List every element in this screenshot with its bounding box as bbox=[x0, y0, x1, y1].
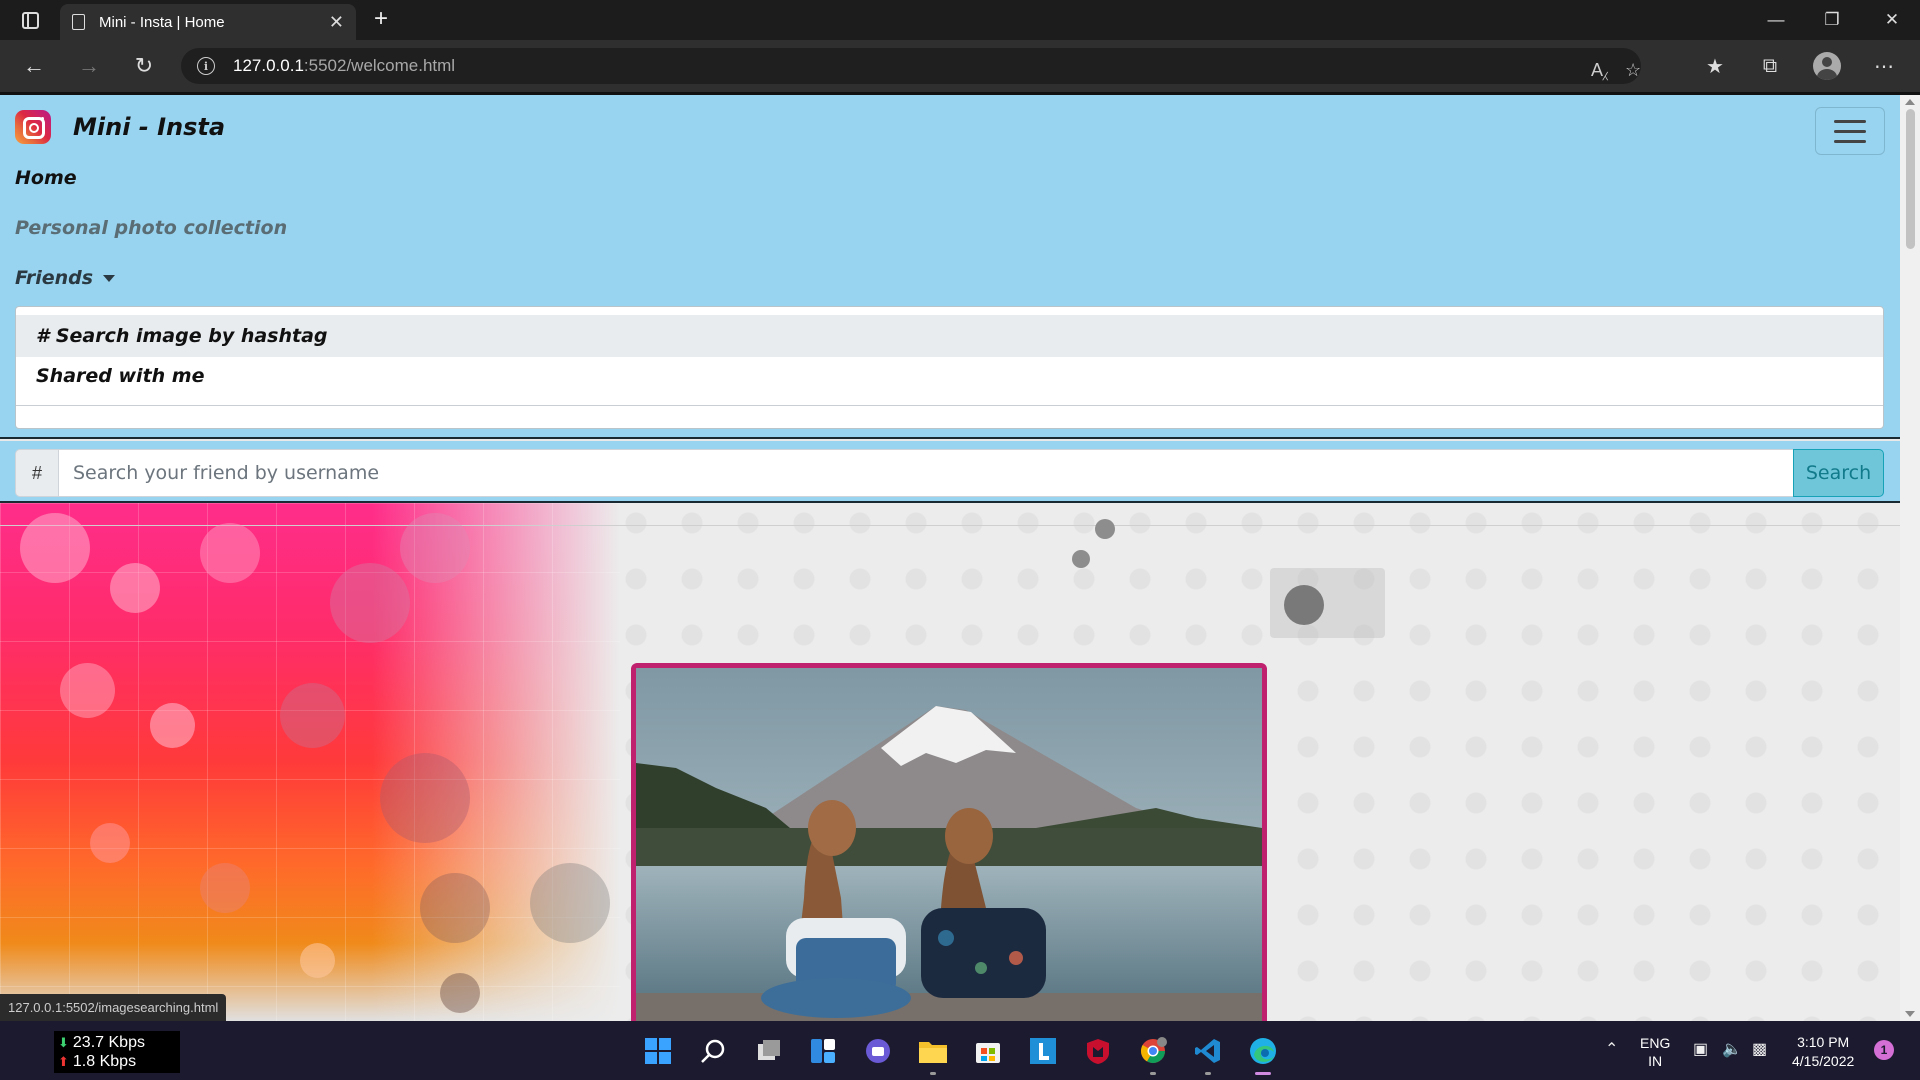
add-favorite-icon[interactable]: ☆ bbox=[1625, 60, 1641, 81]
page-icon bbox=[72, 14, 85, 30]
friends-label: Friends bbox=[15, 267, 94, 289]
url-host: 127.0.0.1 bbox=[233, 56, 304, 75]
decor-bubble bbox=[280, 683, 345, 748]
gallery-rule bbox=[0, 525, 1900, 526]
decor-bubble bbox=[150, 703, 195, 748]
decor-tile bbox=[1270, 568, 1385, 638]
decor-bubble bbox=[110, 563, 160, 613]
upload-speed: 1.8 Kbps bbox=[72, 1053, 137, 1070]
widgets-icon[interactable] bbox=[803, 1031, 843, 1071]
clock-time: 3:10 PM bbox=[1797, 1034, 1850, 1050]
page-viewport: Mini - Insta Home Personal photo collect… bbox=[0, 95, 1900, 1021]
chrome-icon[interactable] bbox=[1133, 1031, 1173, 1075]
address-bar-row: ← → ↻ i 127.0.0.1:5502/welcome.html A⁁ ☆… bbox=[0, 40, 1920, 92]
mountain-lake-photo bbox=[636, 668, 1262, 1021]
vscode-icon[interactable] bbox=[1188, 1031, 1228, 1075]
decor-bubble bbox=[200, 863, 250, 913]
notification-badge[interactable]: 1 bbox=[1874, 1040, 1894, 1060]
favorites-icon[interactable]: ★ bbox=[1698, 50, 1732, 82]
profile-icon[interactable] bbox=[1810, 50, 1844, 82]
refresh-icon[interactable]: ↻ bbox=[127, 50, 161, 82]
nav-link-personal-collection[interactable]: Personal photo collection bbox=[15, 217, 287, 239]
gallery-area bbox=[0, 503, 1900, 1021]
language-code: ENG bbox=[1640, 1035, 1671, 1051]
info-icon[interactable]: i bbox=[197, 57, 215, 75]
dropdown-item-shared-with-me[interactable]: Shared with me bbox=[16, 355, 1883, 397]
battery-icon[interactable]: ▩ bbox=[1752, 1039, 1767, 1059]
brand-name: Mini - Insta bbox=[73, 113, 226, 141]
edge-browser-icon[interactable] bbox=[1243, 1031, 1283, 1075]
windows-start-icon[interactable] bbox=[638, 1031, 678, 1071]
show-hidden-icons-icon[interactable]: ⌃ bbox=[1605, 1039, 1618, 1059]
brand[interactable]: Mini - Insta bbox=[15, 110, 225, 144]
scroll-down-icon[interactable] bbox=[1905, 1011, 1915, 1017]
forward-icon[interactable]: → bbox=[72, 50, 106, 82]
browser-tab-bar: Mini - Insta | Home ✕ + — ❐ ✕ bbox=[0, 0, 1920, 40]
scrollbar-thumb[interactable] bbox=[1906, 109, 1915, 249]
decor-bubble bbox=[300, 943, 335, 978]
clock-date: 4/15/2022 bbox=[1792, 1053, 1855, 1069]
decor-bubble bbox=[440, 973, 480, 1013]
network-icon[interactable]: ▣ bbox=[1693, 1039, 1708, 1059]
dropdown-item-search-hashtag[interactable]: # Search image by hashtag bbox=[16, 315, 1883, 357]
mcafee-icon[interactable] bbox=[1078, 1031, 1118, 1071]
decor-bubble bbox=[1095, 519, 1115, 539]
decor-bubble bbox=[330, 563, 410, 643]
upload-arrow-icon: ⬆ bbox=[58, 1054, 69, 1069]
task-view-icon[interactable] bbox=[749, 1031, 789, 1071]
back-icon[interactable]: ← bbox=[17, 50, 51, 82]
tab-actions-icon[interactable] bbox=[12, 6, 48, 34]
more-options-icon[interactable]: ⋯ bbox=[1867, 50, 1901, 82]
decor-bubble bbox=[1072, 550, 1090, 568]
decor-bubble bbox=[90, 823, 130, 863]
restore-icon[interactable]: ❐ bbox=[1804, 0, 1860, 40]
url-path: :5502/welcome.html bbox=[303, 56, 456, 75]
active-tab[interactable]: Mini - Insta | Home ✕ bbox=[60, 4, 356, 40]
friend-search-bar: # Search bbox=[0, 441, 1900, 503]
nav-dropdown-friends[interactable]: Friends bbox=[15, 267, 116, 289]
region-code: IN bbox=[1648, 1053, 1663, 1069]
decor-bubble bbox=[420, 873, 490, 943]
close-tab-icon[interactable]: ✕ bbox=[329, 12, 344, 33]
navbar-toggler-button[interactable] bbox=[1815, 107, 1885, 155]
hash-addon: # bbox=[15, 449, 59, 497]
decor-bubble bbox=[60, 663, 115, 718]
featured-photo[interactable] bbox=[631, 663, 1267, 1021]
launcher-l-icon[interactable] bbox=[1023, 1031, 1063, 1071]
network-speed-widget: ⬇ 23.7 Kbps ⬆ 1.8 Kbps bbox=[54, 1031, 180, 1073]
scroll-up-icon[interactable] bbox=[1905, 99, 1915, 105]
teams-chat-icon[interactable] bbox=[858, 1031, 898, 1071]
tab-title: Mini - Insta | Home bbox=[99, 13, 225, 31]
decor-bubble bbox=[400, 513, 470, 583]
close-window-icon[interactable]: ✕ bbox=[1864, 0, 1920, 40]
volume-icon[interactable]: 🔈 bbox=[1722, 1039, 1742, 1059]
language-indicator[interactable]: ENG IN bbox=[1640, 1034, 1670, 1070]
status-bar-url: 127.0.0.1:5502/imagesearching.html bbox=[0, 994, 227, 1021]
navbar: Mini - Insta Home Personal photo collect… bbox=[0, 95, 1900, 439]
decor-bubble bbox=[380, 753, 470, 843]
new-tab-button[interactable]: + bbox=[366, 6, 396, 34]
search-icon[interactable] bbox=[693, 1031, 733, 1071]
url-field[interactable]: i 127.0.0.1:5502/welcome.html A⁁ ☆ bbox=[181, 48, 1641, 84]
decor-bubble bbox=[20, 513, 90, 583]
download-arrow-icon: ⬇ bbox=[58, 1035, 69, 1050]
dropdown-divider bbox=[16, 405, 1883, 406]
instagram-logo-icon bbox=[15, 110, 51, 144]
decor-bubble bbox=[200, 523, 260, 583]
minimize-icon[interactable]: — bbox=[1748, 0, 1804, 40]
taskbar: ⬇ 23.7 Kbps ⬆ 1.8 Kbps ⌃ ENG IN ▣ 🔈 ▩ 3:… bbox=[0, 1021, 1920, 1080]
friends-dropdown-menu: # Search image by hashtag Shared with me bbox=[15, 306, 1884, 429]
collections-icon[interactable]: ⧉ bbox=[1753, 50, 1787, 82]
clock[interactable]: 3:10 PM 4/15/2022 bbox=[1792, 1033, 1854, 1071]
microsoft-store-icon[interactable] bbox=[968, 1031, 1008, 1071]
friend-search-input[interactable] bbox=[58, 449, 1794, 497]
nav-link-home[interactable]: Home bbox=[15, 167, 77, 189]
caret-down-icon bbox=[103, 274, 116, 282]
download-speed: 23.7 Kbps bbox=[72, 1034, 145, 1051]
decor-bubble bbox=[530, 863, 610, 943]
read-aloud-icon[interactable]: A⁁ bbox=[1591, 60, 1608, 81]
file-explorer-icon[interactable] bbox=[913, 1031, 953, 1075]
page-scrollbar[interactable] bbox=[1900, 95, 1920, 1021]
search-button[interactable]: Search bbox=[1793, 449, 1884, 497]
